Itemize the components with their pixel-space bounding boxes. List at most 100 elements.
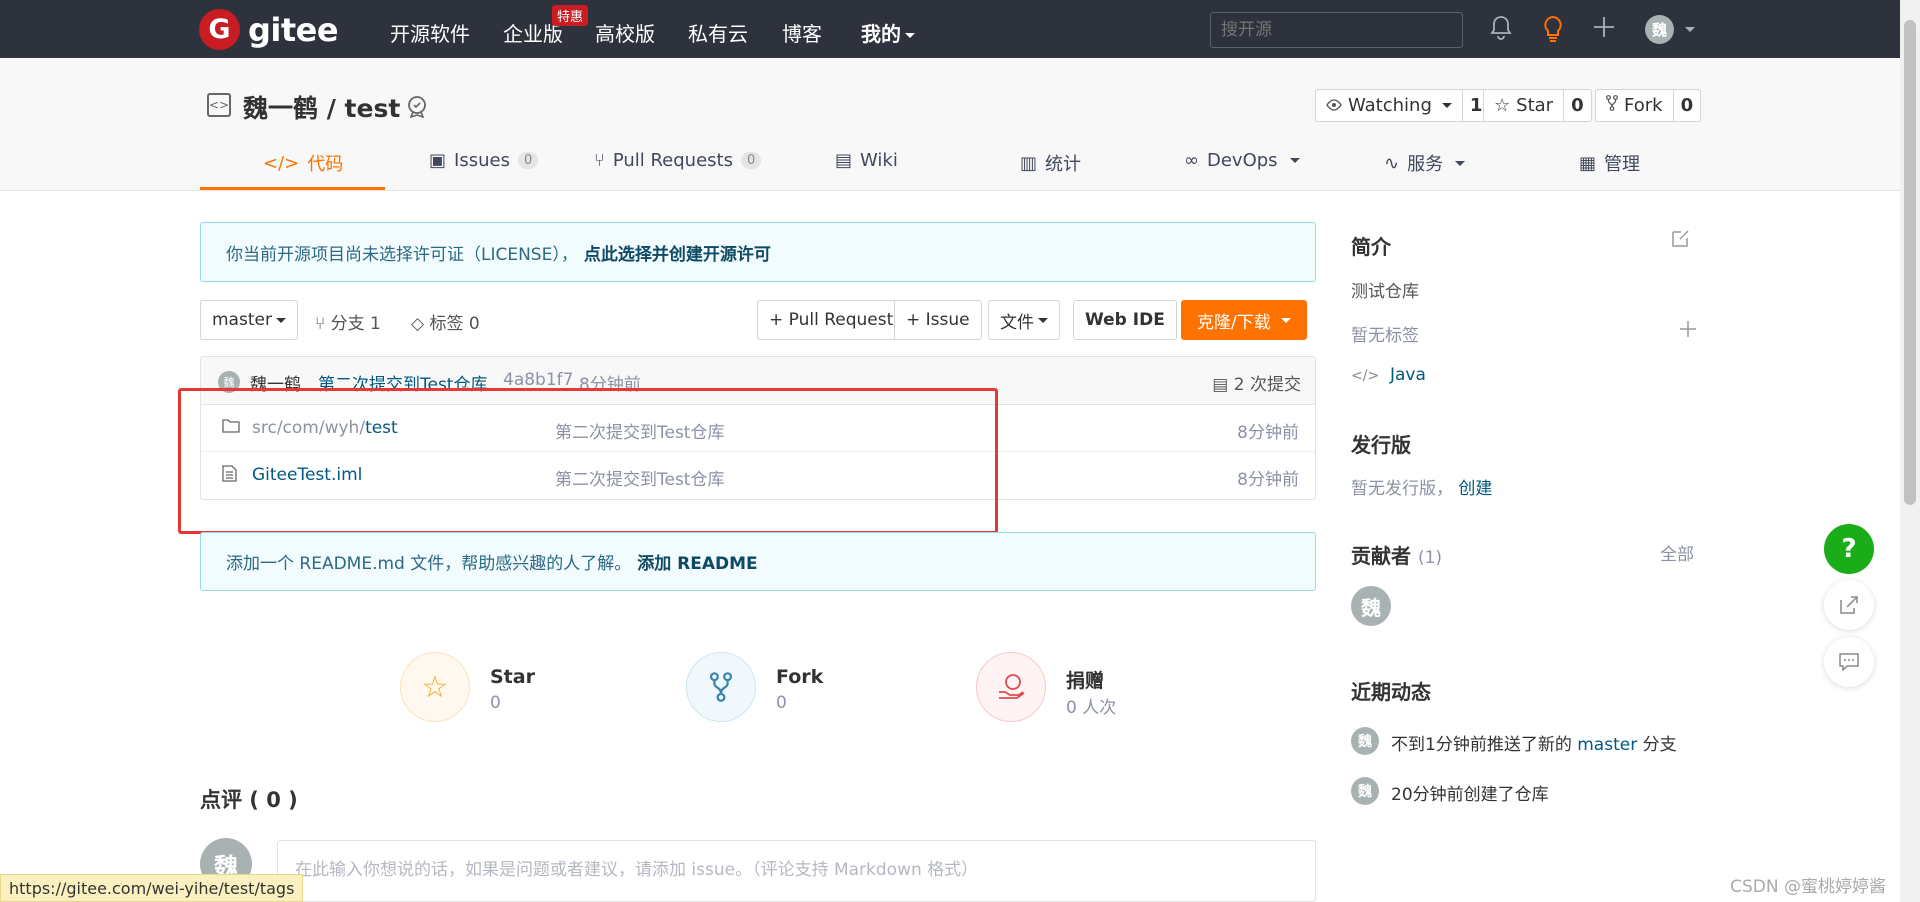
- watch-button[interactable]: Watching 1: [1315, 89, 1491, 122]
- star-icon: ☆: [1494, 95, 1511, 116]
- comment-input[interactable]: 在此输入你想说的话，如果是问题或者建议，请添加 issue。（评论支持 Mark…: [277, 840, 1316, 902]
- release-title: 发行版: [1351, 433, 1411, 457]
- bell-icon[interactable]: [1489, 15, 1513, 47]
- chat-icon[interactable]: [1824, 637, 1874, 687]
- repo-code-icon: <>: [207, 93, 231, 117]
- tab-wiki[interactable]: ▤ Wiki: [835, 150, 898, 171]
- donate-stat-icon[interactable]: [976, 652, 1046, 722]
- readme-notice: 添加一个 README.md 文件，帮助感兴趣的人了解。 添加 README: [200, 532, 1316, 591]
- tab-stats[interactable]: ▥ 统计: [1020, 150, 1081, 176]
- gitee-logo[interactable]: G gitee: [199, 9, 339, 50]
- issues-count-badge: 0: [517, 152, 539, 169]
- nav-blog[interactable]: 博客: [782, 18, 822, 47]
- tags-link[interactable]: ◇ 标签 0: [411, 309, 480, 334]
- chevron-down-icon: [1455, 160, 1466, 166]
- fork-count[interactable]: 0: [1674, 90, 1701, 121]
- readme-notice-text: 添加一个 README.md 文件，帮助感兴趣的人了解。: [226, 554, 632, 574]
- status-bar-url: https://gitee.com/wei-yihe/test/tags: [0, 874, 304, 902]
- infinity-icon: ∞: [1184, 150, 1199, 171]
- star-stat-icon[interactable]: ☆: [400, 652, 470, 722]
- branch-icon: ⑂: [315, 314, 326, 334]
- document-icon: ▤: [1212, 375, 1229, 395]
- tab-devops-label: DevOps: [1207, 150, 1278, 171]
- new-issue-button[interactable]: + Issue: [894, 300, 982, 340]
- repo-badge-icon[interactable]: [405, 94, 429, 124]
- lightbulb-icon[interactable]: [1541, 15, 1565, 49]
- help-button[interactable]: ?: [1824, 524, 1874, 574]
- tab-stats-label: 统计: [1045, 154, 1082, 175]
- donate-stat-label[interactable]: 捐赠: [1066, 666, 1104, 693]
- fork-stat-label[interactable]: Fork: [776, 666, 823, 688]
- language-tag[interactable]: </> Java: [1351, 365, 1426, 385]
- book-icon: ▤: [835, 150, 853, 171]
- fork-button[interactable]: Fork 0: [1595, 89, 1702, 122]
- add-tag-icon[interactable]: [1679, 320, 1697, 343]
- settings-doc-icon: ▦: [1579, 152, 1597, 174]
- activity-avatar[interactable]: 魏: [1351, 777, 1379, 805]
- nav-university[interactable]: 高校版: [595, 18, 655, 47]
- fork-label[interactable]: Fork: [1596, 90, 1674, 121]
- create-release-link[interactable]: 创建: [1458, 479, 1492, 499]
- tab-code[interactable]: </> 代码: [263, 150, 343, 176]
- contributors-title: 贡献者 (1): [1351, 540, 1442, 569]
- repo-title[interactable]: 魏一鹤 / test: [243, 89, 400, 125]
- nav-open-source[interactable]: 开源软件: [390, 18, 470, 47]
- top-navbar: G gitee 开源软件 企业版 特惠 高校版 私有云 博客 我的 魏: [0, 0, 1900, 58]
- tab-services[interactable]: ∿ 服务: [1384, 150, 1466, 176]
- search-input[interactable]: [1210, 12, 1463, 48]
- star-stat-label[interactable]: Star: [490, 666, 535, 688]
- user-avatar[interactable]: 魏: [1645, 15, 1674, 44]
- branches-label: 分支 1: [330, 314, 381, 334]
- tab-issues[interactable]: ▣ Issues 0: [429, 150, 539, 171]
- chevron-down-icon: [905, 33, 915, 38]
- star-label[interactable]: ☆ Star: [1484, 90, 1565, 121]
- commit-count-label: 2 次提交: [1233, 375, 1301, 395]
- chevron-down-icon[interactable]: [1685, 27, 1695, 32]
- contributor-avatar[interactable]: 魏: [1351, 586, 1391, 626]
- web-ide-button[interactable]: Web IDE: [1073, 300, 1177, 340]
- brand-name: gitee: [248, 10, 339, 49]
- issues-icon: ▣: [429, 150, 447, 171]
- activity-avatar[interactable]: 魏: [1351, 727, 1379, 755]
- contributors-all-link[interactable]: 全部: [1660, 540, 1694, 565]
- pull-request-icon: ⑂: [594, 150, 605, 171]
- chevron-down-icon: [275, 317, 286, 323]
- nav-mine[interactable]: 我的: [861, 18, 915, 47]
- tab-devops[interactable]: ∞ DevOps: [1184, 150, 1300, 171]
- edit-icon[interactable]: [1671, 228, 1691, 253]
- plus-icon[interactable]: [1592, 15, 1616, 45]
- add-readme-link[interactable]: 添加 README: [637, 549, 757, 574]
- activity-title: 近期动态: [1351, 680, 1431, 704]
- license-notice: 你当前开源项目尚未选择许可证（LICENSE）， 点此选择并创建开源许可: [200, 222, 1316, 282]
- watch-text: Watching: [1348, 95, 1432, 116]
- branch-select[interactable]: master: [200, 300, 298, 340]
- scrollbar-thumb[interactable]: [1904, 20, 1916, 505]
- create-license-link[interactable]: 点此选择并创建开源许可: [584, 240, 771, 265]
- star-button[interactable]: ☆ Star 0: [1483, 89, 1592, 122]
- intro-text: 测试仓库: [1351, 282, 1419, 302]
- branches-link[interactable]: ⑂ 分支 1: [315, 309, 381, 334]
- star-count[interactable]: 0: [1564, 90, 1591, 121]
- tab-manage[interactable]: ▦ 管理: [1579, 150, 1640, 176]
- clone-download-button[interactable]: 克隆/下载: [1181, 300, 1307, 340]
- share-icon[interactable]: [1824, 580, 1874, 630]
- branch-name: master: [212, 310, 272, 330]
- tab-pull-requests[interactable]: ⑂ Pull Requests 0: [594, 150, 762, 171]
- tab-pull-requests-label: Pull Requests: [612, 150, 733, 171]
- license-notice-text: 你当前开源项目尚未选择许可证（LICENSE），: [226, 244, 578, 265]
- new-pull-request-button[interactable]: + Pull Request: [757, 300, 905, 340]
- commit-hash[interactable]: 4a8b1f7: [503, 370, 573, 390]
- fork-stat-icon[interactable]: [686, 652, 756, 722]
- activity-branch-link[interactable]: master: [1577, 735, 1637, 755]
- file-menu-button[interactable]: 文件: [988, 300, 1060, 340]
- chevron-down-icon: [1038, 317, 1048, 323]
- active-tab-underline: [200, 187, 385, 190]
- code-icon: </>: [263, 152, 300, 174]
- nav-private-cloud[interactable]: 私有云: [688, 18, 748, 47]
- code-icon: </>: [1351, 368, 1380, 384]
- fork-icon: [1606, 95, 1618, 116]
- commit-count-link[interactable]: ▤ 2 次提交: [1212, 370, 1301, 395]
- contributors-label: 贡献者: [1351, 544, 1411, 568]
- watch-label[interactable]: Watching: [1316, 90, 1463, 121]
- donate-stat-value: 0 人次: [1066, 698, 1117, 718]
